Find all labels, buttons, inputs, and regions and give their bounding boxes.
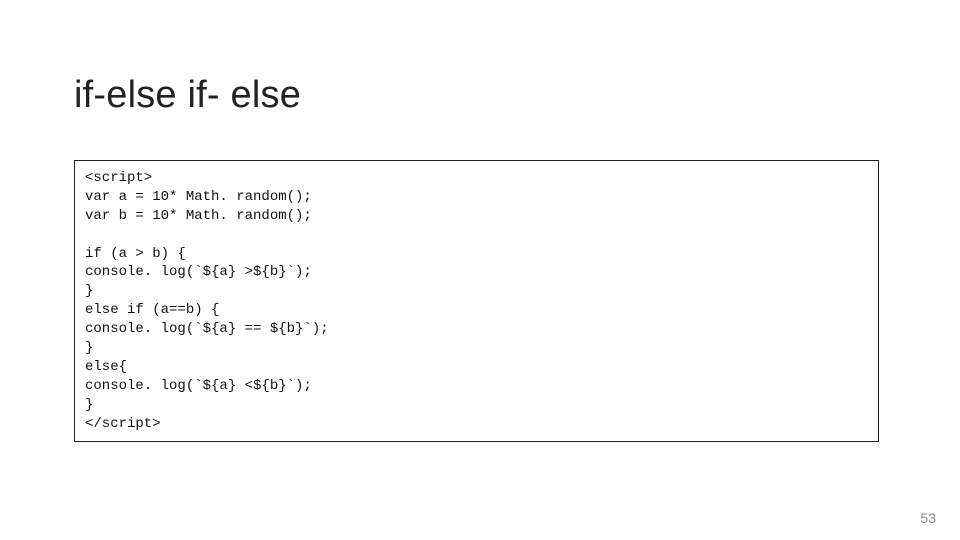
slide-title: if-else if- else (74, 74, 301, 117)
code-block: <script> var a = 10* Math. random(); var… (74, 160, 879, 442)
page-number: 53 (920, 510, 936, 526)
slide: if-else if- else <script> var a = 10* Ma… (0, 0, 960, 540)
